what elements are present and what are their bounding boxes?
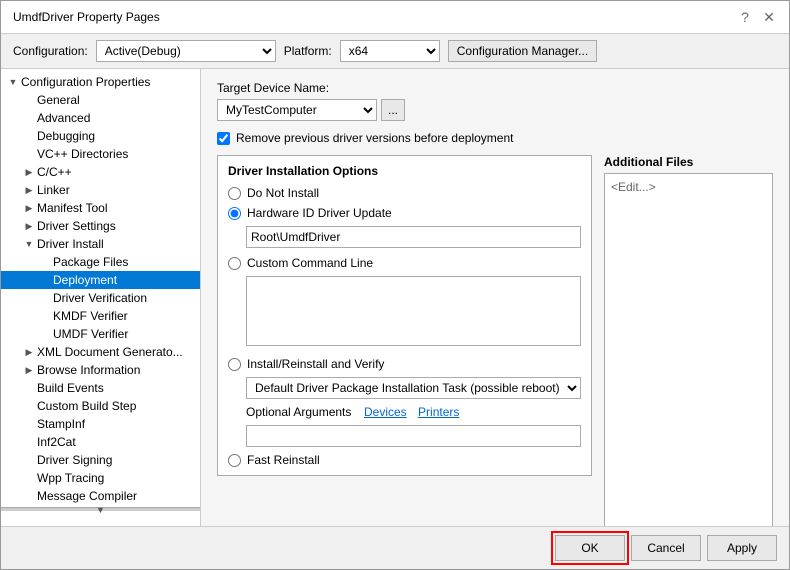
tree-item-driver-settings[interactable]: ▶ Driver Settings [1,217,200,235]
platform-label: Platform: [284,44,332,58]
radio-do-not-install-row: Do Not Install [228,186,581,200]
additional-files-placeholder: <Edit...> [611,180,656,194]
main-area: ▼ Configuration Properties General Advan… [1,69,789,526]
tree-item-wpp-tracing[interactable]: Wpp Tracing [1,469,200,487]
install-section: Install/Reinstall and Verify Default Dri… [228,357,581,467]
config-manager-button[interactable]: Configuration Manager... [448,40,597,62]
tree-item-debugging[interactable]: Debugging [1,127,200,145]
tree-scroll-down[interactable]: ▼ [1,507,200,511]
radio-custom-cmd[interactable] [228,257,241,270]
custom-cmd-textarea[interactable] [246,276,581,346]
radio-custom-cmd-row: Custom Command Line [228,256,581,270]
ellipsis-button[interactable]: ... [381,99,405,121]
tree-item-deployment[interactable]: Deployment [1,271,200,289]
target-device-row: MyTestComputer ... [217,99,773,121]
driver-install-section: Driver Installation Options Do Not Insta… [217,155,592,476]
optional-args-links: Devices Printers [364,405,463,419]
devices-link[interactable]: Devices [364,405,407,419]
config-label: Configuration: [13,44,88,58]
optional-args-row: Optional Arguments Devices Printers [228,405,581,419]
help-button[interactable]: ? [737,9,753,25]
target-device-section: Target Device Name: MyTestComputer ... [217,81,773,121]
tree-item-manifest-tool[interactable]: ▶ Manifest Tool [1,199,200,217]
target-device-label: Target Device Name: [217,81,773,95]
cancel-button[interactable]: Cancel [631,535,701,561]
hardware-id-input[interactable]: Root\UmdfDriver [246,226,581,248]
tree-item-umdf-verifier[interactable]: UMDF Verifier [1,325,200,343]
config-bar: Configuration: Active(Debug) Platform: x… [1,34,789,69]
radio-install-reinstall-label: Install/Reinstall and Verify [247,357,384,371]
remove-drivers-label: Remove previous driver versions before d… [236,131,513,145]
bottom-bar: OK Cancel Apply [1,526,789,569]
radio-fast-reinstall-label: Fast Reinstall [247,453,320,467]
tree-item-inf2cat[interactable]: Inf2Cat [1,433,200,451]
title-bar: UmdfDriver Property Pages ? ✕ [1,1,789,34]
remove-drivers-row: Remove previous driver versions before d… [217,131,773,145]
main-window: UmdfDriver Property Pages ? ✕ Configurat… [0,0,790,570]
driver-install-title: Driver Installation Options [228,164,581,178]
tree-item-driver-signing[interactable]: Driver Signing [1,451,200,469]
ok-button[interactable]: OK [555,535,625,561]
tree-item-config-props[interactable]: ▼ Configuration Properties [1,73,200,91]
fast-reinstall-row: Fast Reinstall [228,453,581,467]
tree-item-stampinf[interactable]: StampInf [1,415,200,433]
optional-args-input-wrapper [228,425,581,447]
tree-item-cpp[interactable]: ▶ C/C++ [1,163,200,181]
tree-item-driver-install[interactable]: ▼ Driver Install [1,235,200,253]
install-select-row: Default Driver Package Installation Task… [228,377,581,399]
tree-panel: ▼ Configuration Properties General Advan… [1,69,201,526]
apply-button[interactable]: Apply [707,535,777,561]
close-button[interactable]: ✕ [761,9,777,25]
custom-cmd-input-wrapper [228,276,581,349]
tree-item-advanced[interactable]: Advanced [1,109,200,127]
config-dropdown[interactable]: Active(Debug) [96,40,276,62]
right-column: Additional Files <Edit...> [604,155,773,513]
tree-item-driver-verification[interactable]: Driver Verification [1,289,200,307]
tree-item-vc-directories[interactable]: VC++ Directories [1,145,200,163]
hardware-id-input-wrapper: Root\UmdfDriver [228,226,581,248]
radio-do-not-install[interactable] [228,187,241,200]
additional-files-box[interactable]: <Edit...> [604,173,773,526]
tree-item-build-events[interactable]: Build Events [1,379,200,397]
optional-args-input[interactable] [246,425,581,447]
tree-item-browse-info[interactable]: ▶ Browse Information [1,361,200,379]
expand-icon: ▼ [5,77,21,87]
tree-item-general[interactable]: General [1,91,200,109]
additional-files-title: Additional Files [604,155,773,169]
install-task-select[interactable]: Default Driver Package Installation Task… [246,377,581,399]
left-column: Driver Installation Options Do Not Insta… [217,155,592,513]
radio-hardware-id-row: Hardware ID Driver Update [228,206,581,220]
tree-item-kmdf-verifier[interactable]: KMDF Verifier [1,307,200,325]
radio-do-not-install-label: Do Not Install [247,186,319,200]
printers-link[interactable]: Printers [418,405,459,419]
target-device-select[interactable]: MyTestComputer [217,99,377,121]
tree-item-package-files[interactable]: Package Files [1,253,200,271]
optional-args-label: Optional Arguments [246,405,356,419]
content-panel: Target Device Name: MyTestComputer ... R… [201,69,789,526]
platform-dropdown[interactable]: x64 [340,40,440,62]
title-controls: ? ✕ [737,9,777,25]
radio-fast-reinstall[interactable] [228,454,241,467]
tree-item-message-compiler[interactable]: Message Compiler [1,487,200,505]
two-col-layout: Driver Installation Options Do Not Insta… [217,155,773,513]
radio-hardware-id[interactable] [228,207,241,220]
window-title: UmdfDriver Property Pages [13,10,160,24]
tree-item-linker[interactable]: ▶ Linker [1,181,200,199]
radio-hardware-id-label: Hardware ID Driver Update [247,206,392,220]
radio-install-reinstall-row: Install/Reinstall and Verify [228,357,581,371]
radio-custom-cmd-label: Custom Command Line [247,256,373,270]
tree-item-custom-build[interactable]: Custom Build Step [1,397,200,415]
remove-drivers-checkbox[interactable] [217,132,230,145]
radio-install-reinstall[interactable] [228,358,241,371]
tree-item-xml-doc[interactable]: ▶ XML Document Generato... [1,343,200,361]
